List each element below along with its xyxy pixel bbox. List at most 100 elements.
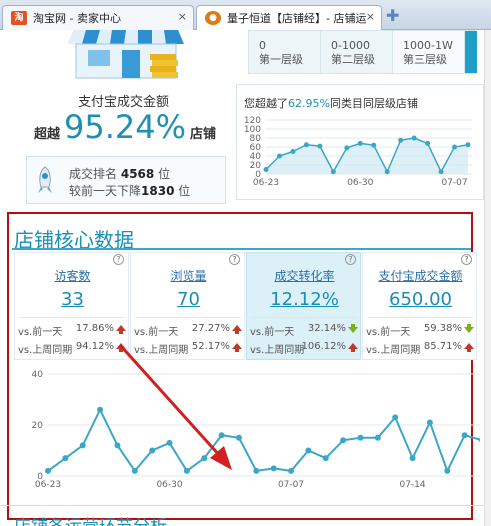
metric-value[interactable]: 33 xyxy=(15,289,130,310)
series-line xyxy=(47,407,480,474)
metric-label[interactable]: 浏览量 xyxy=(131,267,246,284)
close-icon[interactable]: × xyxy=(366,10,375,23)
rocket-icon xyxy=(38,166,52,193)
metric-conversion-rate[interactable]: ? 成交转化率 12.12% vs.前一天 32.14% vs.上周同期 106.12% xyxy=(246,252,361,360)
data-point xyxy=(114,442,121,449)
data-point xyxy=(201,455,208,462)
core-metrics: ? 访客数 33 vs.前一天 17.86% vs.上周同期 94.12%? 浏览量 70 vs.… xyxy=(14,252,484,362)
data-point xyxy=(276,153,282,159)
data-point xyxy=(270,465,277,472)
help-icon[interactable]: ? xyxy=(229,254,240,265)
metric-divider xyxy=(367,317,473,318)
close-icon[interactable]: × xyxy=(178,10,187,23)
data-point xyxy=(317,143,323,149)
data-point xyxy=(97,406,104,413)
data-point xyxy=(357,434,364,441)
data-point xyxy=(263,167,269,172)
help-icon[interactable]: ? xyxy=(113,254,124,265)
data-point xyxy=(149,447,156,454)
rank-box: 成交排名 4568 位 较前一天下降1830 位 xyxy=(26,156,226,204)
rank-value: 4568 xyxy=(120,167,155,181)
x-tick-label: 07-07 xyxy=(278,480,304,490)
data-point xyxy=(218,432,225,439)
liangzi-icon: ● xyxy=(205,11,221,25)
y-tick-label: 20 xyxy=(250,161,262,171)
metric-label[interactable]: 成交转化率 xyxy=(247,267,362,284)
y-tick-label: 120 xyxy=(244,116,261,126)
beyond-suffix: 店铺 xyxy=(190,127,217,142)
compare-label: vs.前一天 xyxy=(250,327,295,338)
beyond-prefix: 超越 xyxy=(34,127,61,142)
data-point xyxy=(183,467,190,474)
metric-value[interactable]: 12.12% xyxy=(247,289,362,310)
level-tab-2[interactable]: 0-1000 第二层级 xyxy=(321,31,393,73)
help-icon[interactable]: ? xyxy=(345,254,356,265)
metric-pageviews[interactable]: ? 浏览量 70 vs.前一天 27.27% vs.上周同期 52.17% xyxy=(130,252,245,360)
arrow-up-icon xyxy=(232,325,242,334)
data-point xyxy=(322,455,329,462)
tab-taobao-seller[interactable]: 淘 淘宝网 - 卖家中心 × xyxy=(2,5,194,30)
data-point xyxy=(288,467,295,474)
data-point xyxy=(444,467,451,474)
beyond-value: 95.24% xyxy=(64,108,187,146)
arrow-up-icon xyxy=(464,343,474,352)
level-more-indicator[interactable] xyxy=(465,31,477,73)
tab-label: 淘宝网 - 卖家中心 xyxy=(33,12,121,25)
data-point xyxy=(409,455,416,462)
compare-label: vs.上周同期 xyxy=(134,345,189,356)
arrow-down-icon xyxy=(464,324,474,333)
compare-label: vs.上周同期 xyxy=(250,345,305,356)
y-tick-label: 60 xyxy=(250,143,262,153)
metric-label[interactable]: 访客数 xyxy=(15,267,130,284)
compare-label: vs.上周同期 xyxy=(366,345,421,356)
x-tick-label: 07-07 xyxy=(441,178,467,188)
help-icon[interactable]: ? xyxy=(461,254,472,265)
data-point xyxy=(479,438,480,443)
operations-analysis-title: 店铺各运营环节分析 xyxy=(14,512,167,526)
data-point xyxy=(235,434,242,441)
compare-value: 106.12% xyxy=(301,341,347,352)
metric-label[interactable]: 支付宝成交金额 xyxy=(363,267,478,284)
metric-value[interactable]: 650.00 xyxy=(363,289,478,310)
metric-value[interactable]: 70 xyxy=(131,289,246,310)
y-tick-label: 100 xyxy=(244,125,261,135)
level-tab-3[interactable]: 1000-1W 第三层级 xyxy=(393,31,465,73)
compare-value: 17.86% xyxy=(75,323,114,334)
compare-value: 94.12% xyxy=(75,341,114,352)
data-point xyxy=(166,439,173,446)
data-point xyxy=(411,135,417,141)
page-scrollbar[interactable] xyxy=(484,30,491,526)
x-tick-label: 06-23 xyxy=(253,178,279,188)
compare-label: vs.前一天 xyxy=(18,327,63,338)
data-point xyxy=(340,437,347,444)
level-tab-1[interactable]: 0 第一层级 xyxy=(249,31,321,73)
metric-visitors[interactable]: ? 访客数 33 vs.前一天 17.86% vs.上周同期 94.12% xyxy=(14,252,129,360)
data-point xyxy=(452,144,458,150)
rank-change-value: 1830 xyxy=(141,184,175,198)
metric-alipay-amount[interactable]: ? 支付宝成交金额 650.00 vs.前一天 59.38% vs.上周同期 85.71% xyxy=(362,252,477,360)
data-point xyxy=(392,414,399,421)
data-point xyxy=(384,169,390,175)
data-point xyxy=(357,140,363,146)
shop-illustration-icon xyxy=(68,30,184,79)
compare-value: 52.17% xyxy=(191,341,230,352)
data-point xyxy=(131,467,138,474)
compare-value: 85.71% xyxy=(423,341,462,352)
data-point xyxy=(426,419,433,426)
rank-change-line: 较前一天下降1830 位 xyxy=(69,184,191,198)
compare-value: 27.27% xyxy=(191,323,230,334)
new-tab-icon[interactable]: ✚ xyxy=(386,8,402,24)
data-point xyxy=(45,467,51,474)
tab-liangzi[interactable]: ● 量子恒道【店铺经】- 店铺运 × xyxy=(196,5,382,30)
arrow-up-icon xyxy=(232,343,242,352)
data-point xyxy=(253,467,260,474)
metric-divider xyxy=(19,317,125,318)
compare-value: 59.38% xyxy=(423,323,462,334)
data-point xyxy=(62,455,69,462)
metric-divider xyxy=(251,317,357,318)
arrow-up-icon xyxy=(116,343,126,352)
metric-divider xyxy=(135,317,241,318)
tab-label: 量子恒道【店铺经】- 店铺运 xyxy=(227,12,367,25)
compare-label: vs.前一天 xyxy=(366,327,411,338)
compare-value: 32.14% xyxy=(307,323,346,334)
